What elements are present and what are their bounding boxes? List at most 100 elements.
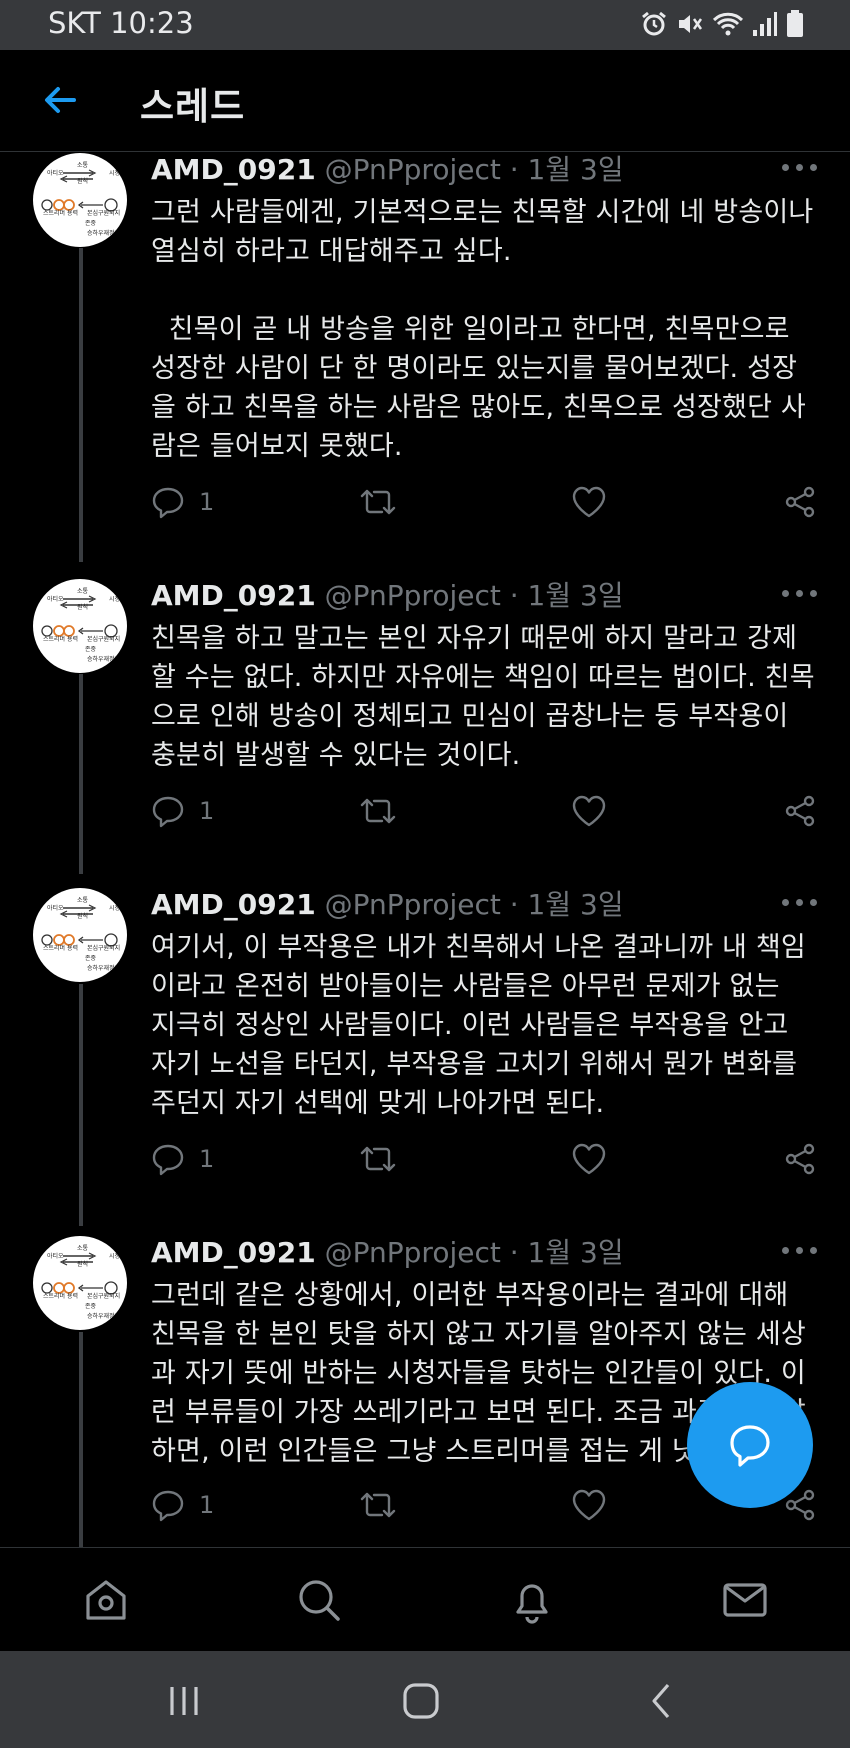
avatar-label: 승하우재정하 <box>87 1312 121 1320</box>
back-button-icon[interactable] <box>640 1679 684 1723</box>
avatar-label: 존중 <box>85 220 97 227</box>
thread-connector <box>79 674 83 874</box>
status-icons <box>640 10 804 38</box>
avatar-shape <box>63 934 75 946</box>
like-button[interactable] <box>571 1139 607 1179</box>
author-handle[interactable]: @PnPproject <box>325 888 501 921</box>
avatar[interactable]: 아티오 소통 시청자 원칙 스트리머 용력 본심구원되지 존중 승하우재정하 <box>33 579 127 673</box>
retweet-button[interactable] <box>359 1139 397 1179</box>
reply-button[interactable]: 1 <box>151 791 214 831</box>
carrier-time: SKT 10:23 <box>48 6 194 40</box>
tweet-actions: 1 <box>0 482 850 522</box>
avatar-label: 아티오 <box>47 595 64 603</box>
avatar-label: 존중 <box>85 1303 97 1310</box>
author-handle[interactable]: @PnPproject <box>325 579 501 612</box>
tweet-date[interactable]: 1월 3일 <box>528 888 624 921</box>
retweet-icon <box>359 485 397 519</box>
signal-icon <box>752 10 778 38</box>
avatar-label: 존중 <box>85 955 97 962</box>
reply-button[interactable]: 1 <box>151 1139 214 1179</box>
home-button-icon[interactable] <box>399 1679 443 1723</box>
avatar-label: 아티오 <box>47 169 64 177</box>
like-button[interactable] <box>571 482 607 522</box>
meta-separator: · <box>509 1236 519 1269</box>
thread-connector <box>79 984 83 1226</box>
author-handle[interactable]: @PnPproject <box>325 1236 501 1269</box>
avatar[interactable]: 아티오 소통 시청자 원칙 스트리머 용력 본심구원되지 존중 승하우재정하 <box>33 888 127 982</box>
mute-icon <box>676 10 704 38</box>
avatar-shape <box>77 201 103 209</box>
page-title: 스레드 <box>140 85 246 128</box>
avatar-diagram: 아티오 소통시청자원칙스트리머 용력 본심구원되지존중승하우재정하 <box>41 162 126 237</box>
share-button[interactable] <box>783 482 817 522</box>
compose-message-icon <box>730 1425 770 1467</box>
avatar-label: 아티오 <box>47 904 64 912</box>
author-name[interactable]: AMD_0921 <box>151 153 316 186</box>
avatar-shape <box>77 1284 103 1292</box>
more-options-icon[interactable] <box>782 1239 818 1259</box>
search-icon[interactable] <box>295 1576 343 1624</box>
reply-count: 1 <box>199 797 215 825</box>
avatar-label: 스트리머 용력 <box>43 635 78 643</box>
retweet-icon <box>359 1142 397 1176</box>
tweet-date[interactable]: 1월 3일 <box>528 1236 624 1269</box>
reply-icon <box>151 794 185 828</box>
recent-apps-icon[interactable] <box>162 1679 206 1723</box>
more-options-icon[interactable] <box>782 891 818 911</box>
author-name[interactable]: AMD_0921 <box>151 1236 316 1269</box>
avatar-diagram: 아티오 소통시청자원칙스트리머 용력 본심구원되지존중승하우재정하 <box>41 588 126 663</box>
avatar-label: 소통 <box>77 588 89 595</box>
avatar-diagram: 아티오 소통시청자원칙스트리머 용력 본심구원되지존중승하우재정하 <box>41 897 126 972</box>
retweet-button[interactable] <box>359 791 397 831</box>
battery-icon <box>786 10 804 38</box>
avatar-label: 본심구원되지 <box>87 944 120 952</box>
messages-icon[interactable] <box>721 1576 769 1624</box>
reply-button[interactable]: 1 <box>151 482 214 522</box>
avatar[interactable]: 아티오 소통 시청자 원칙 스트리머 용력 본심구원되지 존중 승하우재정하 <box>33 1236 127 1330</box>
avatar-label: 시청자 <box>109 1252 126 1260</box>
bottom-navigation <box>0 1547 850 1652</box>
thread-timeline[interactable]: 아티오 소통 시청자 원칙 스트리머 용력 본심구원되지 존중 승하우재정하 AMD_0921… <box>0 152 850 1547</box>
tweet-date[interactable]: 1월 3일 <box>528 153 624 186</box>
alarm-icon <box>640 10 668 38</box>
compose-message-button[interactable] <box>687 1382 813 1508</box>
thread-header: 스레드 <box>0 50 850 152</box>
avatar-shape <box>41 625 53 637</box>
meta-separator: · <box>509 579 519 612</box>
wifi-icon <box>712 10 744 38</box>
notifications-icon[interactable] <box>508 1576 556 1624</box>
author-name[interactable]: AMD_0921 <box>151 888 316 921</box>
avatar-shape <box>63 199 75 211</box>
avatar-label: 본심구원되지 <box>87 209 120 217</box>
avatar-label: 승하우재정하 <box>87 229 121 237</box>
like-button[interactable] <box>571 791 607 831</box>
reply-button[interactable]: 1 <box>151 1485 214 1525</box>
avatar-label: 원칙 <box>77 912 88 920</box>
like-button[interactable] <box>571 1485 607 1525</box>
share-button[interactable] <box>783 1139 817 1179</box>
retweet-button[interactable] <box>359 1485 397 1525</box>
reply-count: 1 <box>199 488 215 516</box>
arrow-left-icon[interactable] <box>40 80 80 120</box>
avatar-shape <box>53 625 65 637</box>
avatar[interactable]: 아티오 소통 시청자 원칙 스트리머 용력 본심구원되지 존중 승하우재정하 <box>33 153 127 247</box>
like-icon <box>571 794 607 828</box>
more-options-icon[interactable] <box>782 156 818 176</box>
author-handle[interactable]: @PnPproject <box>325 153 501 186</box>
home-icon[interactable] <box>82 1576 130 1624</box>
share-button[interactable] <box>783 791 817 831</box>
tweet-text: 그런 사람들에겐, 기본적으로는 친목할 시간에 네 방송이나 열심히 하라고 … <box>151 197 814 462</box>
avatar-label: 시청자 <box>109 595 126 603</box>
tweet-date[interactable]: 1월 3일 <box>528 579 624 612</box>
reply-count: 1 <box>199 1145 215 1173</box>
avatar-label: 아티오 <box>47 1252 64 1260</box>
more-options-icon[interactable] <box>782 582 818 602</box>
tweet-text: 친목을 하고 말고는 본인 자유기 때문에 하지 말라고 강제 할 수는 없다.… <box>151 623 815 771</box>
author-name[interactable]: AMD_0921 <box>151 579 316 612</box>
avatar-label: 스트리머 용력 <box>43 1292 78 1300</box>
retweet-button[interactable] <box>359 482 397 522</box>
avatar-shape <box>63 625 75 637</box>
reply-count: 1 <box>199 1491 215 1519</box>
avatar-shape <box>53 1282 65 1294</box>
share-icon <box>783 485 817 519</box>
